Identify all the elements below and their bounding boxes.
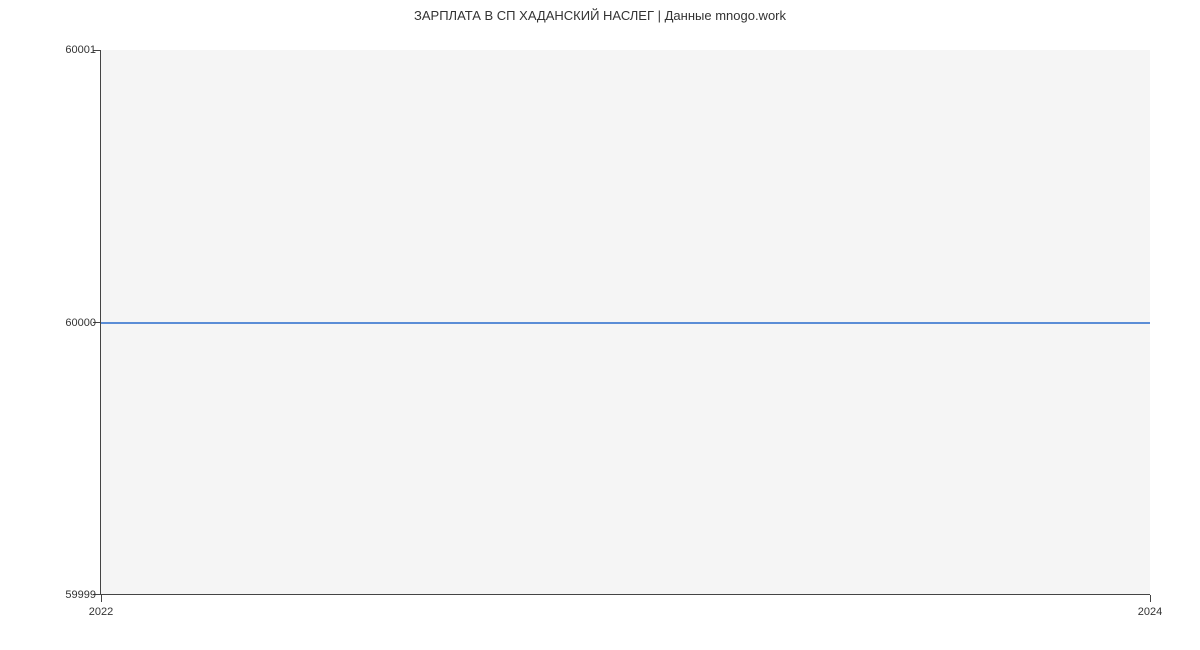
y-axis-label: 60001 [65, 44, 96, 56]
x-axis-tick [101, 595, 102, 602]
x-axis-label: 2022 [89, 606, 113, 618]
plot-area: 2022 2024 [100, 50, 1150, 595]
chart-container: 2022 2024 60001 60000 59999 [100, 50, 1150, 595]
y-axis-label: 59999 [65, 589, 96, 601]
data-line-series-0 [101, 322, 1150, 324]
chart-title: ЗАРПЛАТА В СП ХАДАНСКИЙ НАСЛЕГ | Данные … [0, 0, 1200, 23]
y-axis-label: 60000 [65, 317, 96, 329]
x-axis-tick [1150, 595, 1151, 602]
x-axis-label: 2024 [1138, 606, 1162, 618]
